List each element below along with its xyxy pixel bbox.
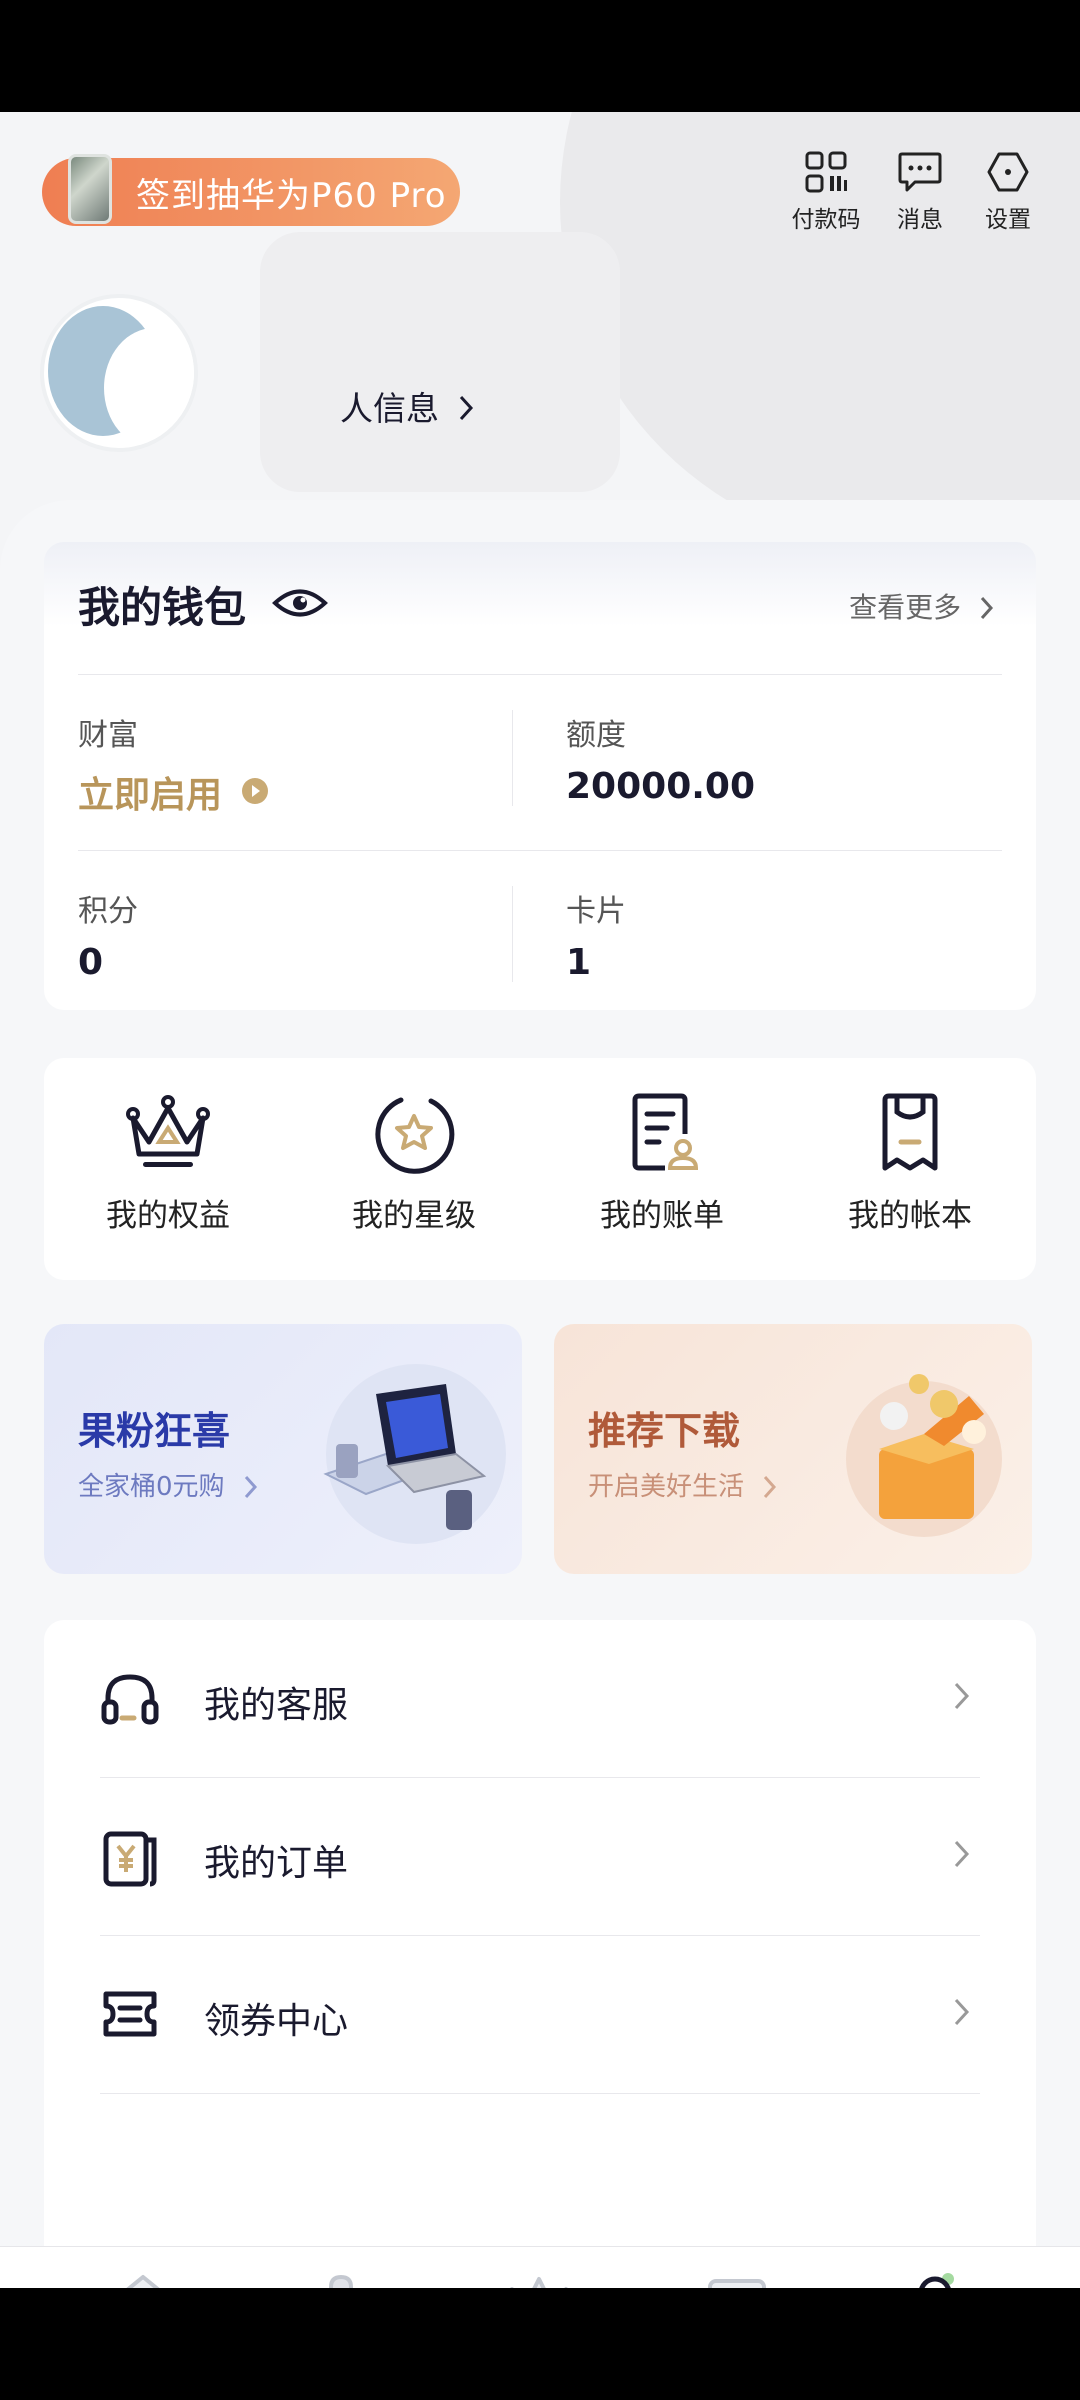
- bag-icon: [329, 2274, 353, 2288]
- cards-label: 卡片: [566, 894, 626, 929]
- chevron-right-icon: [954, 1840, 970, 1868]
- home-icon: [126, 2275, 160, 2288]
- points-value: 0: [78, 942, 104, 983]
- credit-label: 额度: [566, 718, 626, 753]
- payment-code-label: 付款码: [791, 207, 861, 233]
- view-more-link[interactable]: 查看更多: [849, 586, 996, 626]
- points-label: 积分: [78, 894, 138, 929]
- nav-tab-featured[interactable]: 精选: [68, 2269, 218, 2288]
- divider: [512, 886, 513, 982]
- chevron-right-icon: [954, 1998, 970, 2026]
- sign-in-promo-button[interactable]: 签到抽华为P60 Pro: [42, 154, 460, 226]
- nav-tab-finance[interactable]: 金融: [662, 2269, 812, 2288]
- my-benefits-button[interactable]: 我的权益: [58, 1092, 278, 1235]
- header-decoration: [260, 232, 620, 492]
- system-bar: [0, 2288, 1080, 2400]
- chevron-right-icon: [980, 596, 994, 620]
- nav-tab-life[interactable]: 生活: [266, 2269, 416, 2288]
- bill-icon: [632, 1093, 699, 1171]
- my-bill-button[interactable]: 我的账单: [552, 1092, 772, 1235]
- phone-image: [68, 154, 112, 224]
- payment-code-button[interactable]: 付款码: [781, 150, 871, 234]
- coupon-center-label: 领券中心: [204, 2001, 349, 2042]
- headset-icon: [101, 1674, 159, 1725]
- promo-label: 签到抽华为P60 Pro: [136, 175, 447, 216]
- profile-info-label: 人信息: [340, 389, 439, 428]
- banner-subtitle: 开启美好生活: [588, 1466, 778, 1503]
- settings-label: 设置: [985, 207, 1031, 233]
- my-bill-label: 我的账单: [600, 1198, 724, 1234]
- customer-service-label: 我的客服: [204, 1685, 349, 1726]
- menu-list: 我的客服 我的订单 领券中心: [44, 1620, 1036, 2288]
- my-ledger-label: 我的帐本: [848, 1198, 972, 1234]
- view-more-label: 查看更多: [849, 591, 962, 624]
- my-star-level-label: 我的星级: [352, 1198, 476, 1234]
- wealth-value: 立即启用: [78, 766, 269, 818]
- my-orders-item[interactable]: 我的订单: [100, 1778, 980, 1936]
- nav-tab-benefits[interactable]: 权益: [464, 2269, 614, 2288]
- qr-code-icon: [805, 151, 847, 193]
- coupon-icon: [103, 1991, 157, 2037]
- avatar[interactable]: [44, 298, 194, 448]
- chevron-right-icon: [244, 1475, 257, 1499]
- laptop-devices-image: [323, 1364, 506, 1544]
- crown-icon: [510, 2277, 568, 2288]
- recommend-download-banner[interactable]: 推荐下载 开启美好生活: [554, 1324, 1032, 1574]
- order-icon: [103, 1831, 157, 1887]
- ledger-icon: [882, 1093, 938, 1171]
- wallet-card: 我的钱包 查看更多 财富 立即启用 额度 20000.00 积分 0 卡片 1: [44, 542, 1036, 1010]
- divider: [512, 710, 513, 806]
- banner-subtitle-label: 开启美好生活: [588, 1472, 745, 1502]
- wallet-title: 我的钱包: [78, 583, 247, 632]
- gift-box-image: [846, 1374, 1002, 1537]
- settings-button[interactable]: 设置: [963, 150, 1053, 234]
- message-icon: [898, 152, 942, 192]
- messages-label: 消息: [897, 207, 943, 233]
- coupon-center-item[interactable]: 领券中心: [100, 1936, 980, 2094]
- divider: [100, 2093, 980, 2094]
- quick-actions-card: 我的权益 我的星级 我的账单 我的帐本: [44, 1058, 1036, 1280]
- customer-service-item[interactable]: 我的客服: [100, 1620, 980, 1778]
- banner-title: 果粉狂喜: [78, 1409, 231, 1453]
- play-circle-icon: [241, 778, 268, 804]
- divider: [78, 674, 1002, 675]
- my-benefits-label: 我的权益: [106, 1198, 230, 1234]
- chevron-right-icon: [764, 1475, 777, 1499]
- bottom-navigation: 精选 生活 权益 金融: [0, 2246, 1080, 2288]
- banner-subtitle-label: 全家桶0元购: [78, 1472, 225, 1502]
- messages-button[interactable]: 消息: [875, 150, 965, 234]
- chevron-right-icon: [954, 1682, 970, 1710]
- person-icon: [919, 2273, 954, 2288]
- cards-value: 1: [566, 942, 592, 983]
- my-ledger-button[interactable]: 我的帐本: [800, 1092, 1020, 1235]
- nav-tab-mine[interactable]: 我的: [860, 2269, 1010, 2288]
- settings-icon: [987, 152, 1029, 192]
- chevron-right-icon: [459, 395, 473, 421]
- divider: [78, 850, 1002, 851]
- my-orders-label: 我的订单: [204, 1843, 349, 1884]
- wealth-label: 财富: [78, 718, 138, 753]
- app-screen: 签到抽华为P60 Pro 付款码 消息 设置 人信息 我的钱包 查看更多 财富 …: [0, 112, 1080, 2288]
- profile-info-link[interactable]: 人信息: [340, 382, 476, 430]
- crown-icon: [126, 1095, 210, 1167]
- star-level-icon: [375, 1097, 455, 1174]
- banner-title: 推荐下载: [588, 1409, 741, 1453]
- credit-value: 20000.00: [566, 766, 756, 807]
- wealth-activate-label: 立即启用: [78, 775, 223, 816]
- my-star-level-button[interactable]: 我的星级: [304, 1092, 524, 1235]
- banner-subtitle: 全家桶0元购: [78, 1466, 259, 1503]
- apple-fans-banner[interactable]: 果粉狂喜 全家桶0元购: [44, 1324, 522, 1574]
- wallet-icon: [708, 2279, 766, 2288]
- eye-icon[interactable]: [272, 586, 328, 620]
